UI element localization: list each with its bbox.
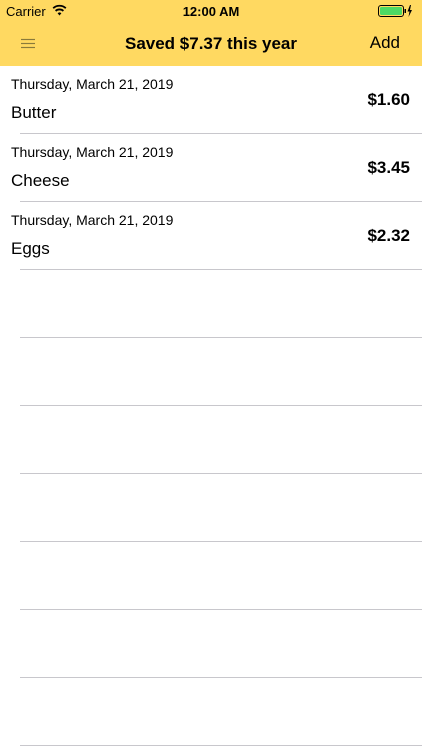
battery-icon xyxy=(378,5,412,17)
empty-row xyxy=(0,542,422,610)
empty-row xyxy=(0,406,422,474)
list-item[interactable]: Thursday, March 21, 2019 Butter $1.60 xyxy=(0,66,422,134)
savings-list: Thursday, March 21, 2019 Butter $1.60 Th… xyxy=(0,66,422,750)
add-button[interactable]: Add xyxy=(370,33,400,53)
empty-row xyxy=(0,474,422,542)
item-name: Butter xyxy=(11,103,57,122)
top-bar: Carrier 12:00 AM Saved $7.37 this year A… xyxy=(0,0,422,66)
item-date: Thursday, March 21, 2019 xyxy=(11,144,174,160)
item-name: Eggs xyxy=(11,239,50,258)
empty-row xyxy=(0,270,422,338)
list-item[interactable]: Thursday, March 21, 2019 Cheese $3.45 xyxy=(0,134,422,202)
empty-row xyxy=(0,338,422,406)
navigation-bar: Saved $7.37 this year Add xyxy=(0,22,422,66)
item-name: Cheese xyxy=(11,171,70,190)
item-price: $3.45 xyxy=(367,158,410,177)
item-date: Thursday, March 21, 2019 xyxy=(11,76,174,92)
empty-row xyxy=(0,610,422,678)
list-item[interactable]: Thursday, March 21, 2019 Eggs $2.32 xyxy=(0,202,422,270)
item-price: $1.60 xyxy=(367,90,410,109)
status-time: 12:00 AM xyxy=(182,4,240,19)
item-date: Thursday, March 21, 2019 xyxy=(11,212,174,228)
page-title: Saved $7.37 this year xyxy=(124,34,297,53)
item-price: $2.32 xyxy=(367,226,410,245)
empty-row xyxy=(0,678,422,746)
status-bar: Carrier 12:00 AM xyxy=(0,0,422,22)
